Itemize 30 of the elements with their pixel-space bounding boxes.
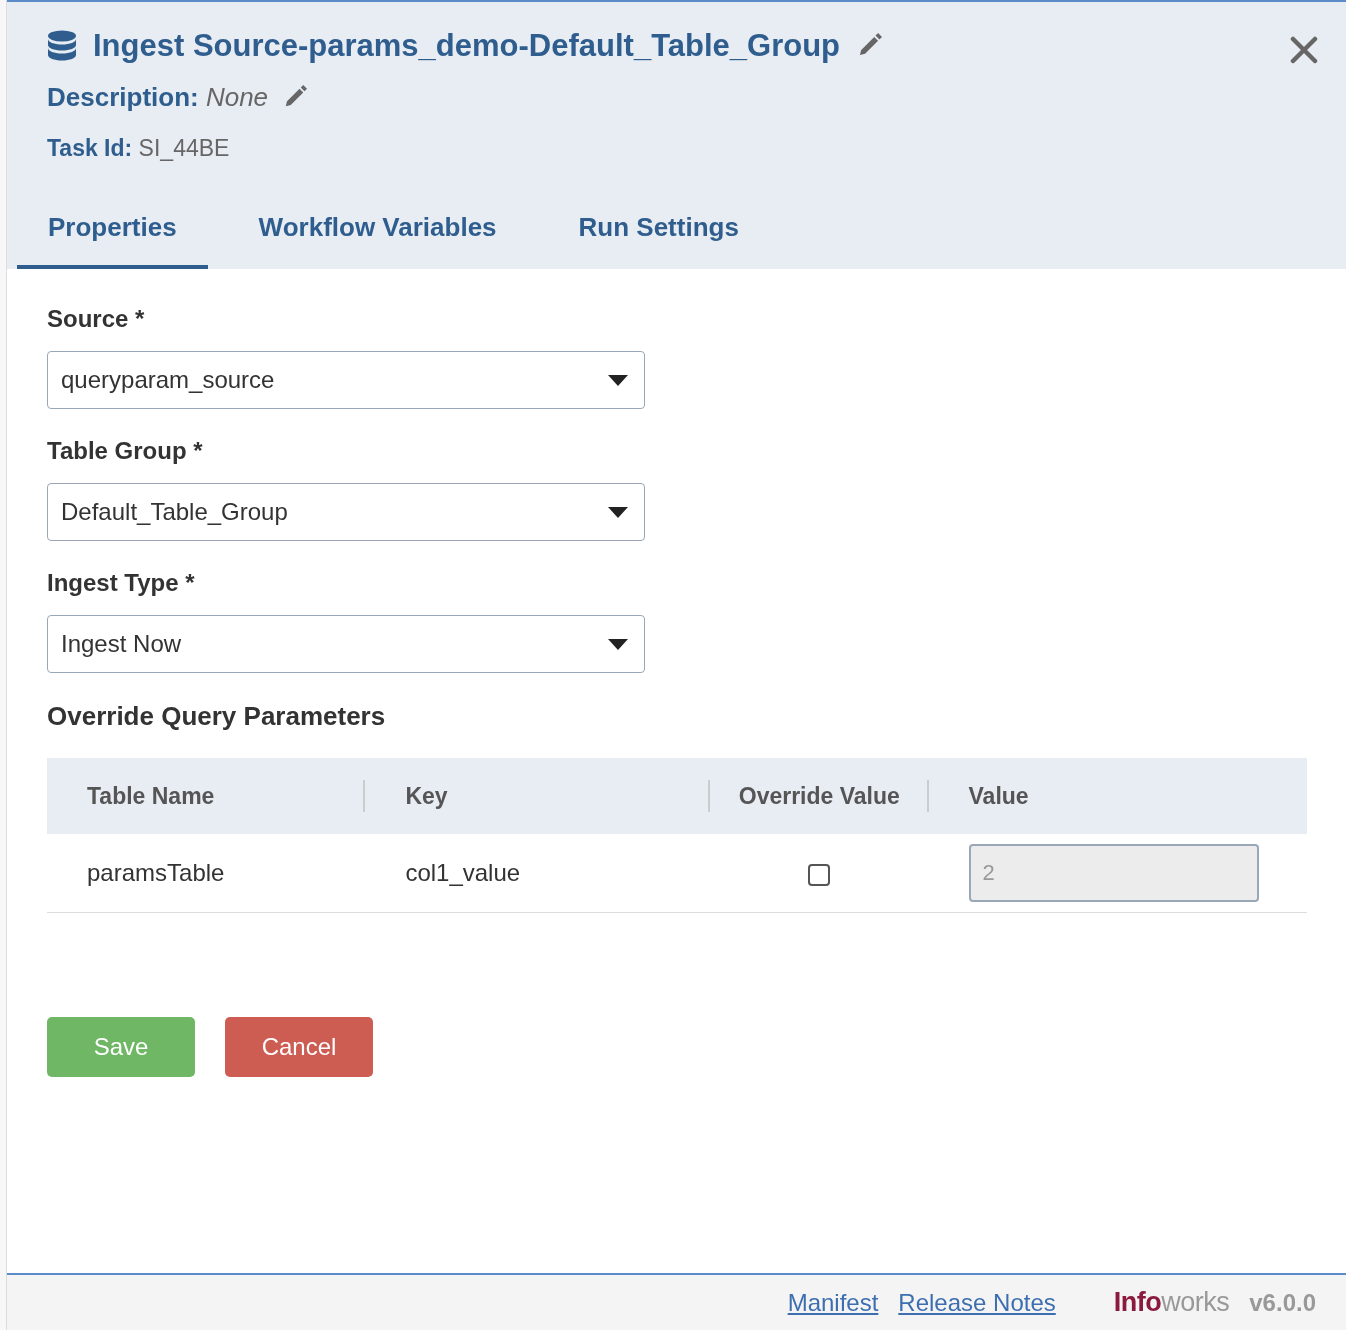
caret-icon <box>608 638 628 650</box>
description-text: Description: None <box>47 82 269 113</box>
database-icon <box>47 30 77 62</box>
column-header: Override Value <box>738 782 900 809</box>
tab[interactable]: Workflow Variables <box>227 200 528 269</box>
dropdown-field[interactable]: Default_Table_Group <box>47 483 645 541</box>
footer-link[interactable]: Release Notes <box>898 1288 1056 1317</box>
footer-link[interactable]: Manifest <box>787 1288 879 1317</box>
column-header: Table Name <box>87 782 215 809</box>
override-checkbox[interactable] <box>808 863 831 886</box>
close-button[interactable] <box>1290 36 1318 64</box>
tab[interactable]: Properties <box>17 200 208 269</box>
section-title: Override Query Parameters <box>47 701 387 732</box>
table-cell: col1_value <box>405 859 521 886</box>
version-text: v6.0.0 <box>1249 1288 1316 1317</box>
caret-icon <box>608 374 628 386</box>
dialog-title: Ingest Source-params_demo-Default_Table_Group <box>93 28 841 64</box>
dropdown-field[interactable]: Ingest Now <box>47 615 645 673</box>
dropdown-field[interactable]: queryparam_source <box>47 351 645 409</box>
tab[interactable]: Run Settings <box>547 200 770 269</box>
column-header: Key <box>405 782 448 809</box>
column-header: Value <box>968 782 1029 809</box>
field-label: Table Group * <box>47 437 204 465</box>
field-label: Source * <box>47 305 146 333</box>
caret-icon <box>608 506 628 518</box>
field-label: Ingest Type * <box>47 569 196 597</box>
cancel-button[interactable]: Cancel <box>225 1017 373 1077</box>
brand-logo: Infoworks <box>1113 1287 1230 1318</box>
task-id-text: Task Id: SI_44BE <box>47 135 231 162</box>
table-cell: paramsTable <box>87 859 225 886</box>
